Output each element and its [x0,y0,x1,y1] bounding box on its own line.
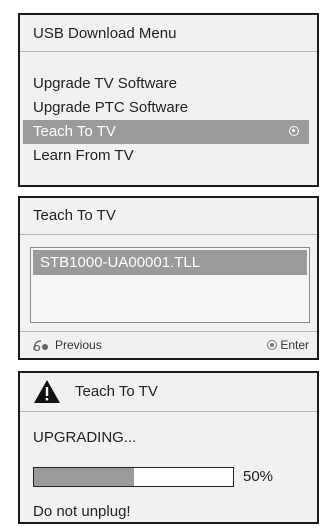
menu-item-upgrade-ptc-software[interactable]: Upgrade PTC Software [23,96,309,120]
warning-note: Do not unplug! [33,503,131,520]
enter-icon [267,340,278,350]
enter-label: Enter [280,338,309,352]
progress-percent: 50% [243,468,274,485]
teach-to-tv-panel: Teach To TV STB1000-UA00001.TLL Previous… [18,196,319,360]
divider [20,51,317,52]
menu-item-learn-from-tv[interactable]: Learn From TV [23,144,309,168]
menu-item-upgrade-tv-software[interactable]: Upgrade TV Software [23,72,309,96]
progress-bar [33,467,234,487]
file-list: STB1000-UA00001.TLL [30,247,310,323]
previous-label: Previous [55,338,102,352]
panel-title: Teach To TV [75,383,158,400]
progress-header: Teach To TV [20,373,317,412]
warning-icon [34,380,60,403]
menu-item-label: Teach To TV [33,123,116,140]
upgrade-progress-panel: Teach To TV UPGRADING... 50% Do not unpl… [18,371,319,524]
usb-download-menu-panel: USB Download Menu Upgrade TV Software Up… [18,13,319,187]
previous-icon [33,340,48,351]
file-item[interactable]: STB1000-UA00001.TLL [33,250,307,275]
progress-bar-fill [34,468,134,486]
selected-radio-icon [289,126,299,136]
status-text: UPGRADING... [33,429,137,446]
previous-button[interactable]: Previous [32,338,102,352]
menu-item-teach-to-tv[interactable]: Teach To TV [23,120,309,144]
dialog-footer: Previous Enter [20,331,317,358]
enter-button[interactable]: Enter [267,338,309,352]
panel-title: USB Download Menu [33,25,177,42]
usb-menu-list: Upgrade TV Software Upgrade PTC Software… [20,72,317,168]
divider [20,234,317,235]
panel-title: Teach To TV [33,207,116,224]
